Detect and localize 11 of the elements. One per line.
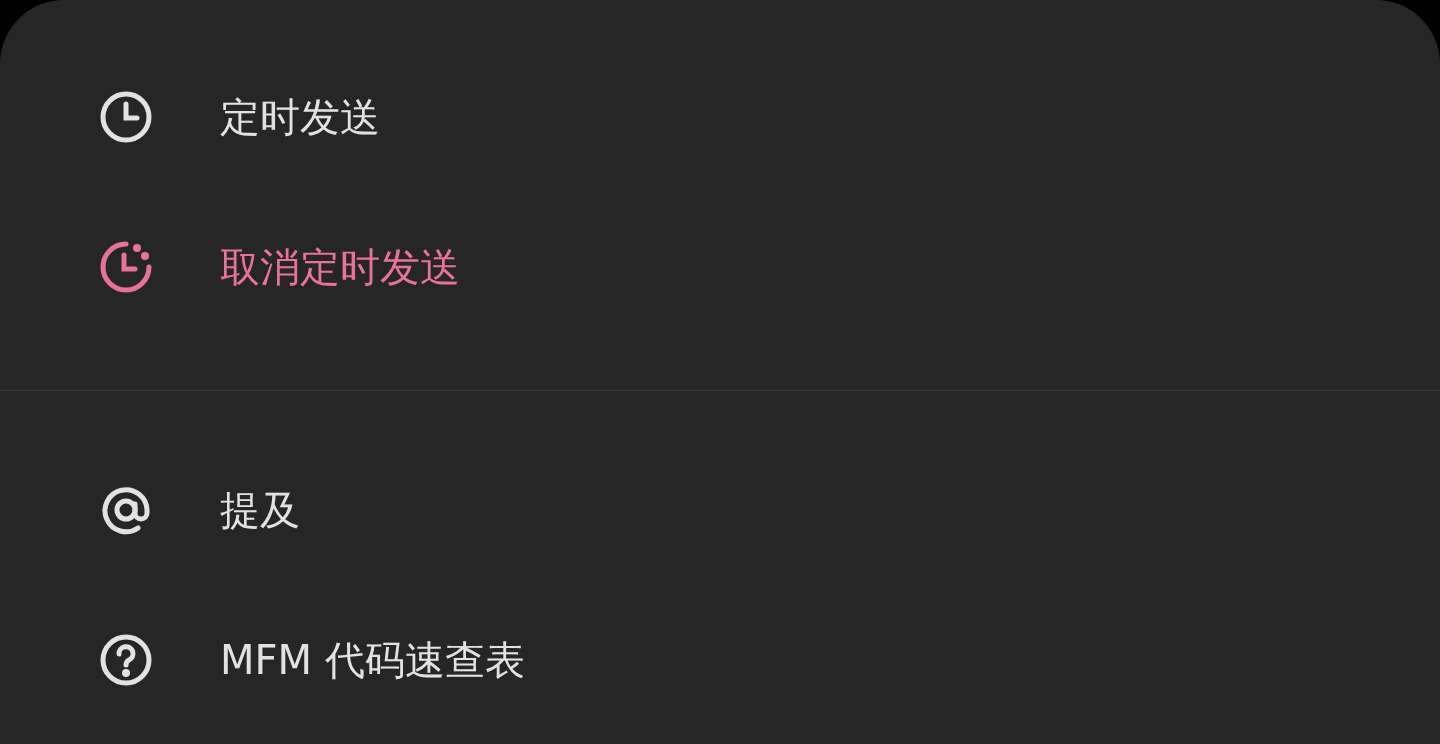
menu-item[interactable]: 定时发送	[0, 42, 1440, 192]
clock-icon	[98, 239, 154, 295]
menu-item[interactable]: 取消定时发送	[0, 192, 1440, 342]
clock-icon	[98, 89, 154, 145]
menu-item[interactable]: MFM 代码速查表	[0, 585, 1440, 735]
menu-item-label: 取消定时发送	[220, 243, 460, 292]
help-icon	[98, 632, 154, 688]
menu-item-label: 定时发送	[220, 93, 380, 142]
menu-item-label: 提及	[220, 486, 300, 535]
menu-item[interactable]: 提及	[0, 435, 1440, 585]
menu-item-label: MFM 代码速查表	[220, 636, 525, 685]
